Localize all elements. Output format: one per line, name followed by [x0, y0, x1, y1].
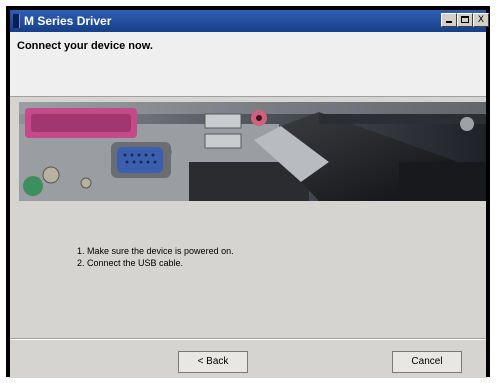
minimize-button[interactable] — [441, 13, 457, 27]
page-title: Connect your device now. — [17, 40, 153, 52]
wizard-content: 1. Make sure the device is powered on. 2… — [10, 96, 486, 378]
separator — [10, 338, 486, 340]
wizard-header: Connect your device now. — [10, 32, 486, 96]
back-button[interactable]: < Back — [178, 351, 248, 373]
usb-connection-photo — [19, 102, 486, 201]
maximize-button[interactable] — [457, 13, 473, 27]
cancel-button[interactable]: Cancel — [392, 351, 462, 373]
close-button[interactable]: X — [473, 13, 489, 27]
window-title: M Series Driver — [24, 14, 112, 28]
instructions-list: 1. Make sure the device is powered on. 2… — [77, 245, 234, 269]
title-bar[interactable]: M Series Driver X — [10, 10, 489, 32]
app-icon — [13, 14, 20, 28]
instruction-item: 1. Make sure the device is powered on. — [77, 246, 234, 256]
installer-window: M Series Driver X Connect your device no… — [6, 6, 490, 378]
instruction-item: 2. Connect the USB cable. — [77, 258, 184, 268]
